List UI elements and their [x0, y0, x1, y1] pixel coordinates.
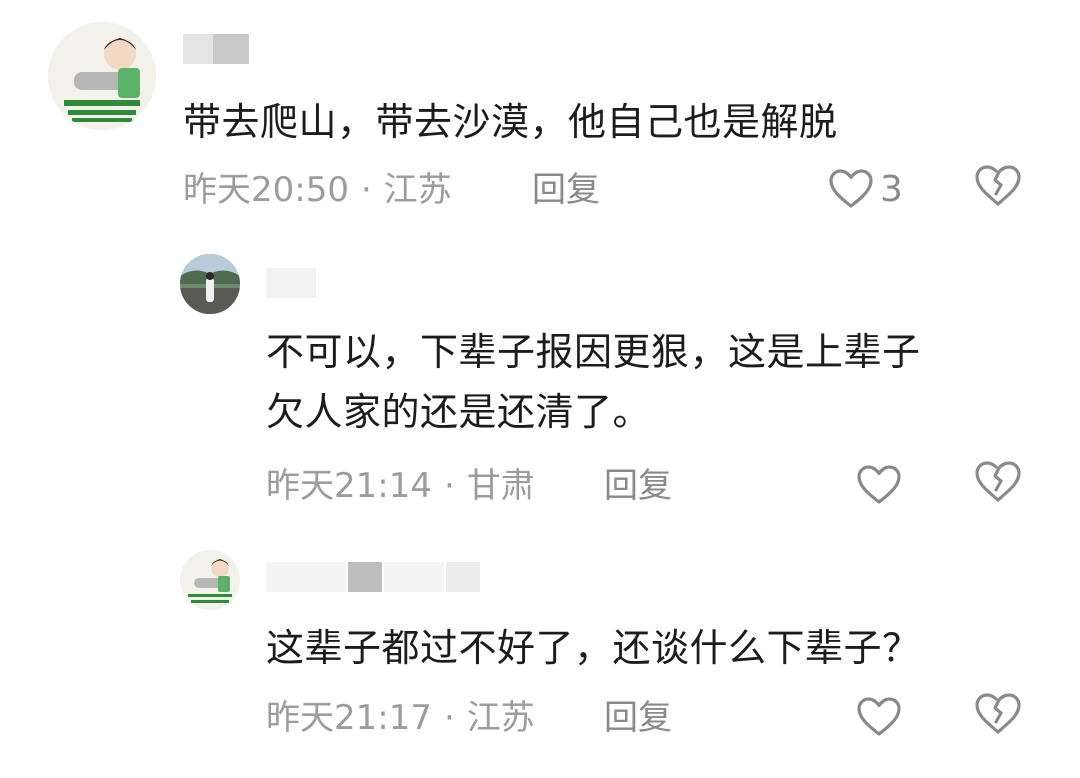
username-redacted — [266, 562, 480, 592]
comment-text: 这辈子都过不好了，还谈什么下辈子？ — [266, 626, 921, 670]
reply-button[interactable]: 回复 — [532, 170, 600, 210]
comment-meta: 昨天21:14 · 甘肃 — [266, 466, 535, 506]
broken-heart-icon — [975, 165, 1021, 206]
comment-meta: 昨天20:50 · 江苏 — [183, 170, 452, 210]
avatar[interactable] — [180, 550, 240, 610]
comment-time: 昨天20:50 — [183, 170, 349, 210]
like-count: 3 — [880, 168, 903, 210]
comment-location: 江苏 — [466, 698, 535, 738]
meta-separator: · — [443, 466, 455, 506]
comment-item: 带去爬山，带去沙漠，他自己也是解脱 昨天20:50 · 江苏 回复 3 — [0, 0, 1080, 230]
broken-heart-icon — [975, 693, 1021, 734]
reply-button[interactable]: 回复 — [604, 698, 672, 738]
comment-time: 昨天21:14 — [266, 466, 432, 506]
comment-meta: 昨天21:17 · 江苏 — [266, 698, 535, 738]
comment-location: 甘肃 — [466, 466, 535, 506]
comment-text: 带去爬山，带去沙漠，他自己也是解脱 — [183, 100, 838, 144]
heart-outline-icon — [857, 697, 901, 736]
like-button[interactable] — [856, 692, 908, 742]
dislike-button[interactable] — [974, 164, 1024, 214]
like-button[interactable]: 3 — [828, 164, 903, 214]
dislike-button[interactable] — [974, 460, 1024, 510]
avatar[interactable] — [48, 22, 156, 130]
username-redacted — [266, 268, 316, 298]
reply-button[interactable]: 回复 — [604, 466, 672, 506]
dislike-button[interactable] — [974, 692, 1024, 742]
meta-separator: · — [360, 170, 372, 210]
avatar[interactable] — [180, 254, 240, 314]
heart-outline-icon — [829, 169, 873, 208]
like-button[interactable] — [856, 460, 908, 510]
comment-location: 江苏 — [383, 170, 452, 210]
reply-item: 这辈子都过不好了，还谈什么下辈子？ 昨天21:17 · 江苏 回复 — [0, 540, 1080, 778]
broken-heart-icon — [975, 461, 1021, 502]
comment-text: 不可以，下辈子报因更狠，这是上辈子 欠人家的还是还清了。 — [266, 330, 921, 434]
username-redacted — [183, 34, 249, 64]
meta-separator: · — [443, 698, 455, 738]
heart-outline-icon — [857, 465, 901, 504]
comment-time: 昨天21:17 — [266, 698, 432, 738]
reply-item: 不可以，下辈子报因更狠，这是上辈子 欠人家的还是还清了。 昨天21:14 · 甘肃 … — [0, 240, 1080, 530]
